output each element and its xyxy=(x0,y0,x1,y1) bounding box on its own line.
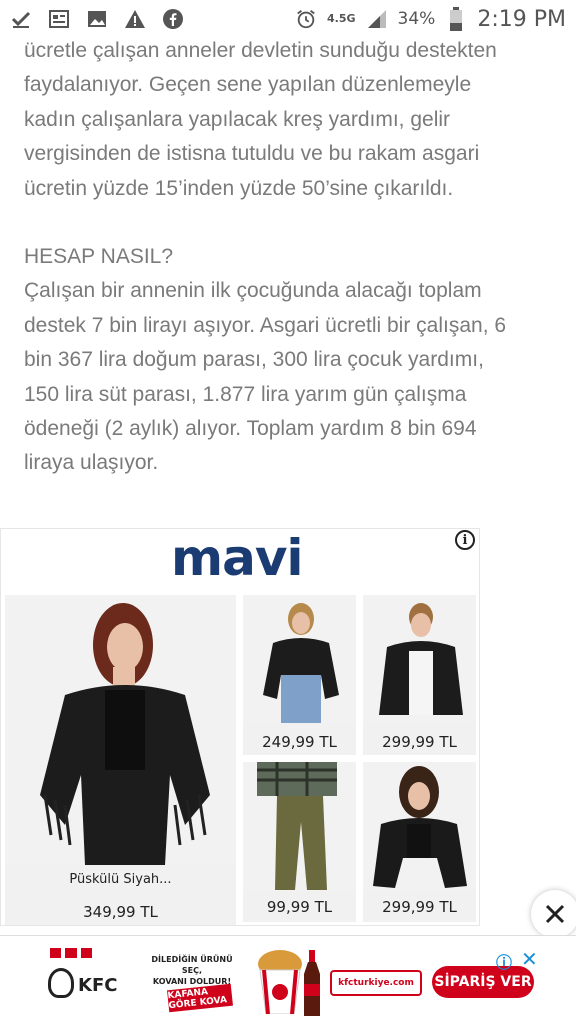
mavi-logo[interactable]: mavi xyxy=(171,530,311,586)
product-tile[interactable]: 299,99 TL xyxy=(363,762,476,922)
ad-close-button[interactable] xyxy=(531,890,576,938)
order-button[interactable]: SİPARİŞ VER xyxy=(432,966,534,998)
image-icon xyxy=(86,8,108,30)
adchoices-icon[interactable]: ⓘ xyxy=(496,949,512,973)
alarm-icon xyxy=(295,8,317,30)
jacket-photo xyxy=(243,595,356,723)
battery-icon xyxy=(445,7,467,31)
clock: 2:19 PM xyxy=(477,6,566,32)
facebook-icon xyxy=(162,8,184,30)
product-tile[interactable]: 299,99 TL xyxy=(363,595,476,755)
kfc-stripes xyxy=(50,948,92,958)
product-price: 99,99 TL xyxy=(266,898,333,916)
article-line: ücretin yüzde 15’inden yüzde 50’sine çık… xyxy=(24,176,454,200)
product-tile[interactable]: 249,99 TL xyxy=(243,595,356,755)
battery-percent: 34% xyxy=(397,9,436,29)
article-line: 150 lira süt parası, 1.877 lira yarım gü… xyxy=(24,382,467,406)
article-line: destek 7 bin lirayı aşıyor. Asgari ücret… xyxy=(24,313,507,337)
article-line: faydalanıyor. Geçen sene yapılan düzenle… xyxy=(24,73,472,97)
article-line: bin 367 lira doğum parası, 300 lira çocu… xyxy=(24,348,484,372)
section-heading: HESAP NASIL? xyxy=(24,245,174,269)
article-line: Çalışan bir annenin ilk çocuğunda alacağ… xyxy=(24,279,482,303)
jacket-photo xyxy=(363,762,476,892)
warning-icon xyxy=(124,8,146,30)
status-bar: 4.5G 34% 2:19 PM xyxy=(0,0,576,38)
chicken-bucket-image xyxy=(258,950,302,1014)
jacket-photo xyxy=(363,595,476,723)
check-notification-icon xyxy=(10,8,32,30)
article-body: ücretle çalışan anneler devletin sunduğu… xyxy=(24,34,560,481)
jacket-photo xyxy=(5,595,236,865)
banner-close-icon[interactable]: ✕ xyxy=(521,947,538,971)
cola-bottle-image xyxy=(304,950,320,1016)
article-line: ücretle çalışan anneler devletin sunduğu… xyxy=(24,39,497,62)
article-line: kadın çalışanlara yapılacak kreş yardımı… xyxy=(24,107,451,131)
product-name: Püskülü Siyah... xyxy=(69,872,172,887)
promo-line: DİLEDİĞİN ÜRÜNÜ SEÇ, xyxy=(151,955,233,975)
product-tile[interactable]: 99,99 TL xyxy=(243,762,356,922)
article-line: vergisinden de istisna tutuldu ve bu rak… xyxy=(24,142,480,166)
kfc-colonel-logo xyxy=(48,968,74,998)
product-price: 349,99 TL xyxy=(83,903,158,921)
product-tile[interactable]: Püskülü Siyah... 349,99 TL xyxy=(5,595,236,925)
pants-photo xyxy=(243,762,356,892)
product-price: 299,99 TL xyxy=(382,733,457,751)
article-line: liraya ulaşıyor. xyxy=(24,451,159,475)
network-type: 4.5G xyxy=(327,12,356,25)
promo-text: DİLEDİĞİN ÜRÜNÜ SEÇ, KOVANI DOLDUR! xyxy=(142,954,242,987)
news-icon xyxy=(48,8,70,30)
kfc-site-link[interactable]: kfcturkiye.com xyxy=(330,970,422,996)
product-price: 249,99 TL xyxy=(262,733,337,751)
article-line: ödeneği (2 aylık) alıyor. Toplam yardım … xyxy=(24,417,477,441)
kfc-logo-text: KFC xyxy=(78,975,118,996)
close-icon xyxy=(545,904,565,924)
signal-icon xyxy=(366,8,388,30)
ad-info-icon[interactable]: i xyxy=(455,530,475,550)
product-price: 299,99 TL xyxy=(382,898,457,916)
